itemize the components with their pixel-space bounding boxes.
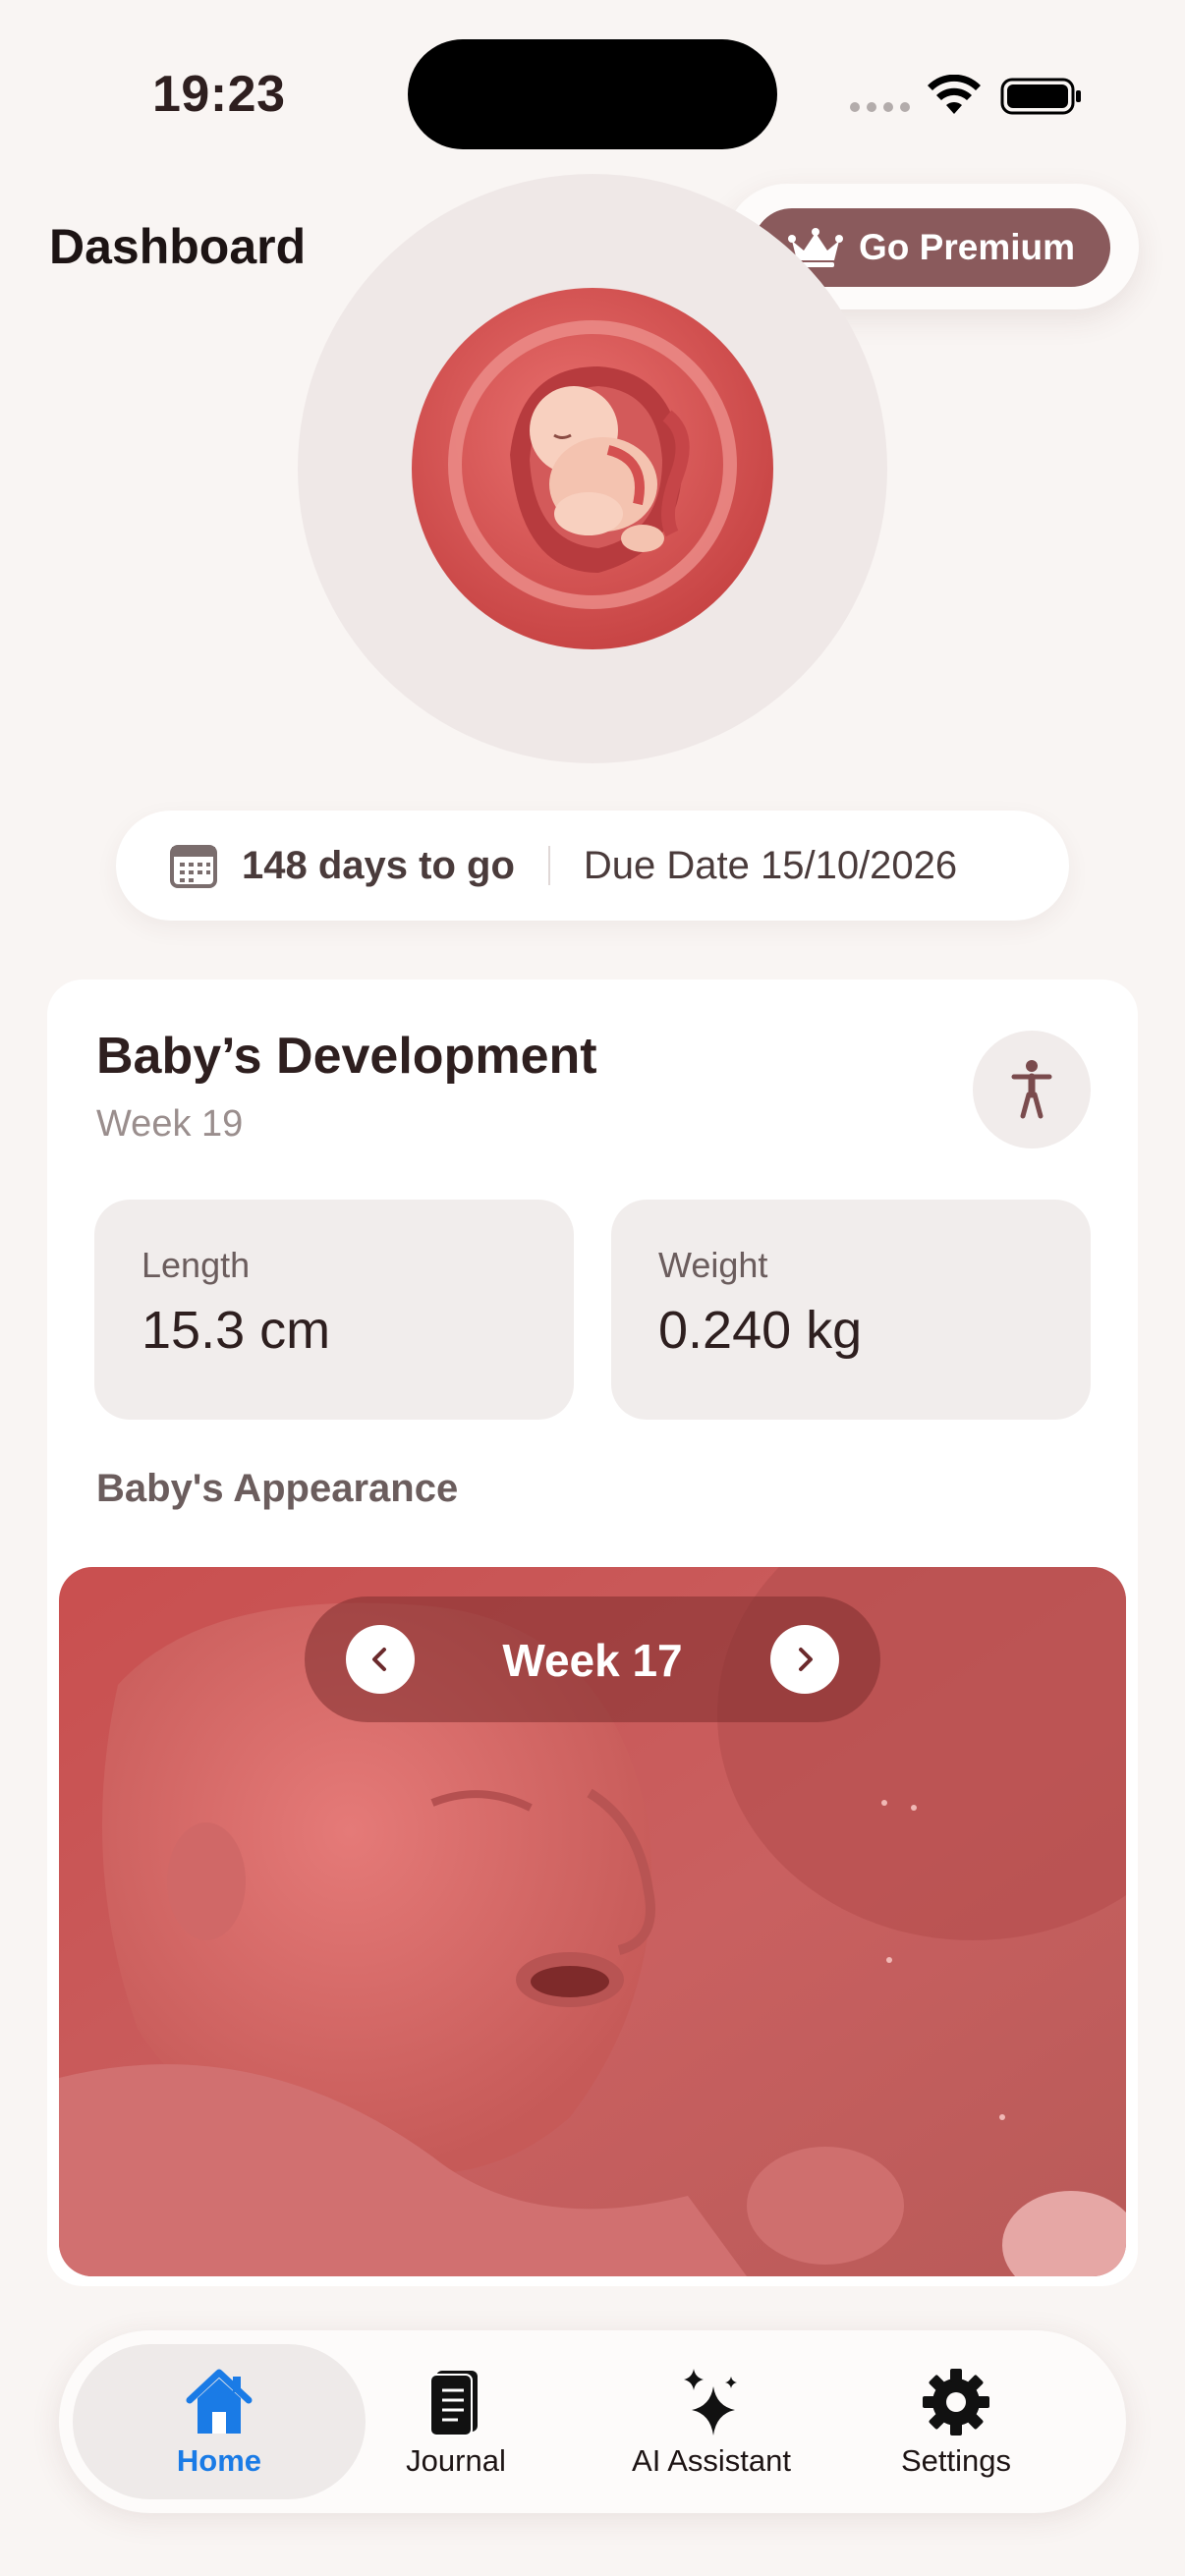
tab-home[interactable]: Home	[101, 2330, 337, 2513]
page-title: Dashboard	[49, 219, 307, 274]
cellular-signal-icon	[850, 102, 910, 112]
pill-divider	[547, 846, 550, 885]
status-time: 19:23	[152, 66, 286, 123]
next-week-button[interactable]	[770, 1625, 839, 1694]
tab-journal[interactable]: Journal	[338, 2330, 574, 2513]
notebook-icon	[429, 2371, 478, 2436]
appearance-heading: Baby's Appearance	[96, 1467, 459, 1510]
weight-label: Weight	[658, 1245, 768, 1285]
days-to-go-text: 148 days to go	[242, 843, 515, 887]
development-week: Week 19	[96, 1103, 244, 1145]
tab-settings-label: Settings	[900, 2443, 1011, 2478]
go-premium-label: Go Premium	[859, 227, 1075, 267]
baby-appearance-panel: Week 17	[59, 1567, 1126, 2276]
tab-ai-assistant-label: AI Assistant	[632, 2443, 791, 2478]
house-icon	[186, 2369, 253, 2434]
body-figure-button[interactable]	[973, 1031, 1091, 1148]
weight-value: 0.240 kg	[658, 1301, 863, 1360]
battery-icon	[1000, 78, 1081, 115]
length-value: 15.3 cm	[141, 1301, 331, 1360]
gear-icon	[923, 2369, 989, 2436]
length-stat-card: Length 15.3 cm	[94, 1200, 574, 1420]
length-label: Length	[141, 1245, 251, 1285]
due-date-text: Due Date 15/10/2026	[583, 843, 958, 887]
sparkles-icon	[684, 2369, 737, 2436]
baby-development-card: Baby’s Development Week 19 Length 15.3 c…	[47, 980, 1138, 2286]
calendar-icon	[170, 845, 217, 888]
tab-ai-assistant[interactable]: AI Assistant	[593, 2330, 829, 2513]
tab-settings[interactable]: Settings	[838, 2330, 1074, 2513]
bottom-tab-bar: Home Journal AI Assistant Settings	[59, 2330, 1126, 2513]
fetus-illustration	[412, 288, 773, 649]
weight-stat-card: Weight 0.240 kg	[611, 1200, 1091, 1420]
tab-home-label: Home	[176, 2443, 262, 2478]
development-title: Baby’s Development	[96, 1028, 597, 1085]
person-figure-icon	[1011, 1060, 1052, 1119]
week-stepper: Week 17	[305, 1596, 880, 1722]
due-date-pill: 148 days to go Due Date 15/10/2026	[116, 811, 1069, 921]
dynamic-island	[408, 39, 777, 149]
wifi-icon	[928, 75, 981, 114]
chevron-right-icon	[799, 1648, 813, 1671]
tab-journal-label: Journal	[406, 2443, 506, 2478]
